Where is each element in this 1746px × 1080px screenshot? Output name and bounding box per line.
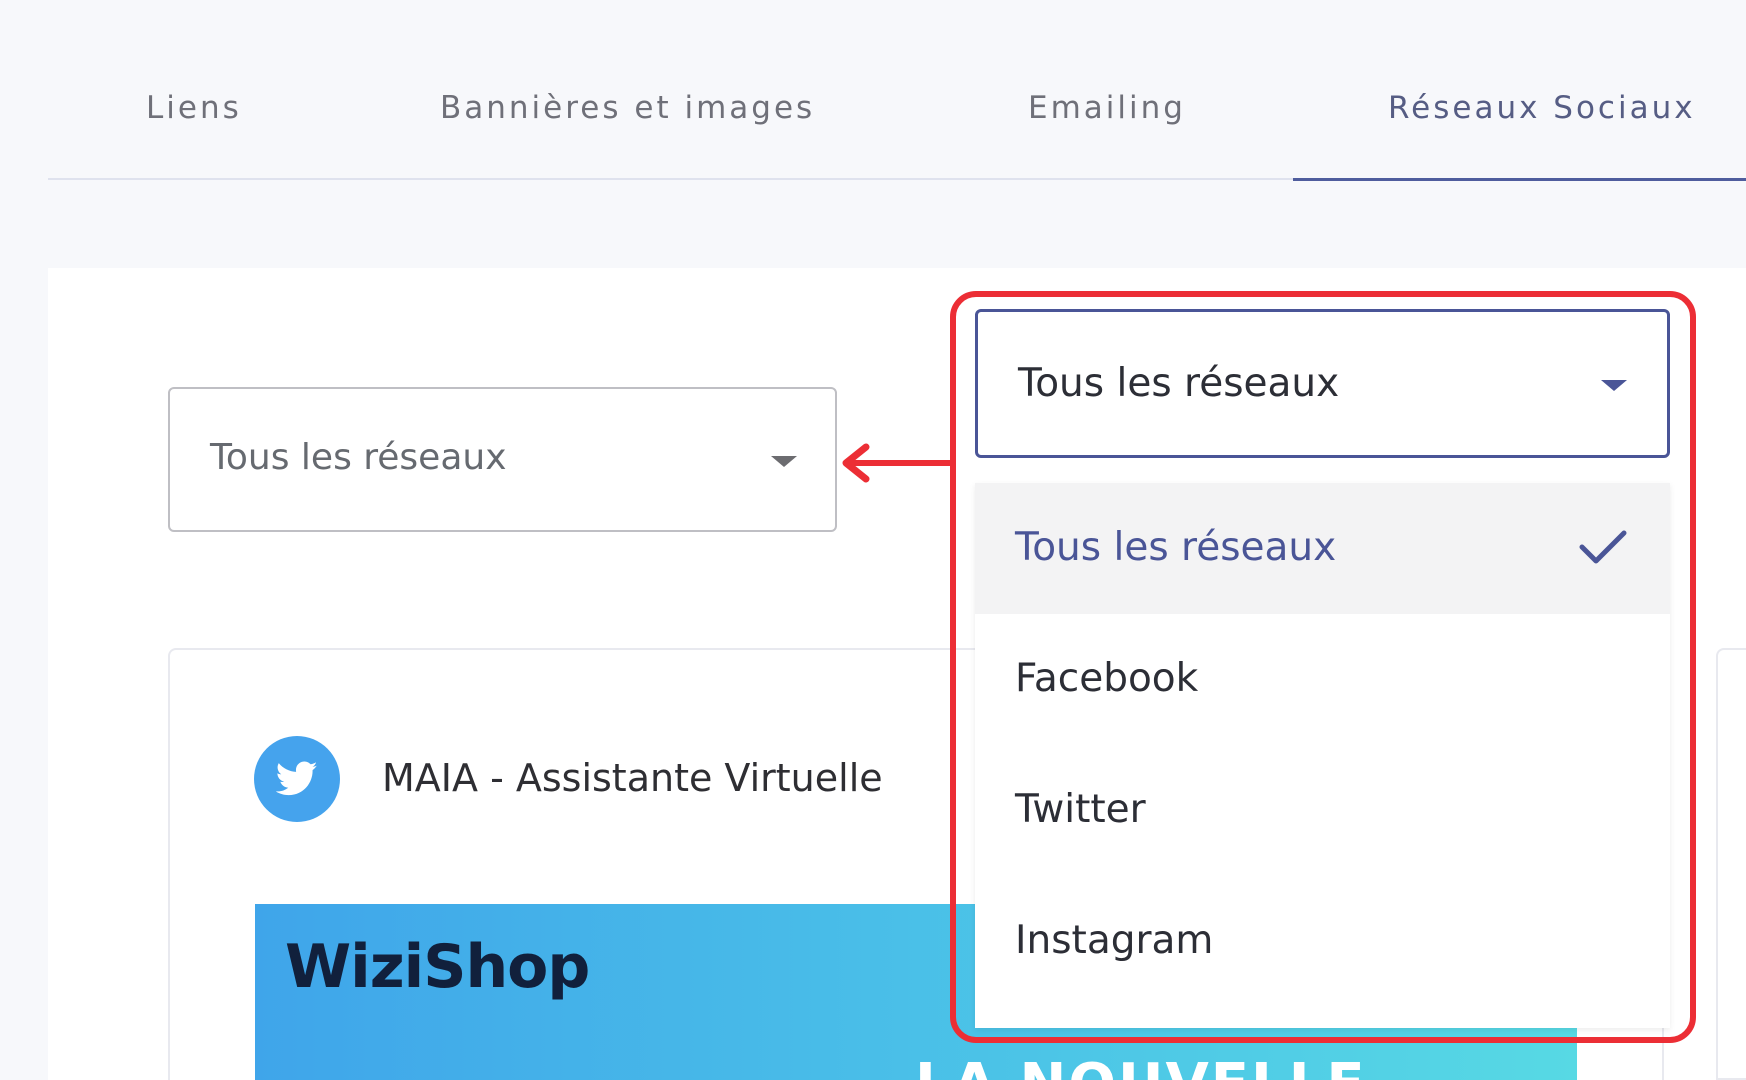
annotation-arrow-head-icon (842, 443, 870, 483)
caret-down-icon (1601, 380, 1627, 391)
banner-headline: LA NOUVELLE (915, 1052, 1367, 1080)
checkmark-icon (1579, 530, 1627, 564)
caret-down-icon (771, 456, 797, 467)
dropdown-option-label: Instagram (1015, 918, 1214, 963)
dropdown-option-label: Twitter (1015, 787, 1146, 832)
dropdown-option-tous-les-reseaux[interactable]: Tous les réseaux (975, 483, 1670, 614)
dropdown-option-facebook[interactable]: Facebook (975, 614, 1670, 745)
network-filter-select[interactable]: Tous les réseaux (168, 387, 837, 532)
active-tab-indicator (1293, 178, 1746, 181)
wizishop-logo: WiziShop (285, 932, 590, 1002)
network-filter-value: Tous les réseaux (210, 437, 507, 478)
tab-bar: Liens Bannières et images Emailing Résea… (48, 60, 1746, 181)
social-post-card-next (1716, 648, 1746, 1080)
network-dropdown-menu: Tous les réseaux Facebook Twitter Instag… (975, 483, 1670, 1028)
network-dropdown-open[interactable]: Tous les réseaux (975, 309, 1670, 458)
tab-bannieres-et-images[interactable]: Bannières et images (440, 90, 815, 126)
tab-emailing[interactable]: Emailing (1028, 90, 1186, 126)
dropdown-option-label: Facebook (1015, 656, 1199, 701)
account-name: MAIA - Assistante Virtuelle (382, 756, 883, 800)
dropdown-option-twitter[interactable]: Twitter (975, 745, 1670, 876)
tab-reseaux-sociaux[interactable]: Réseaux Sociaux (1388, 90, 1696, 126)
twitter-icon (254, 736, 340, 822)
dropdown-option-instagram[interactable]: Instagram (975, 876, 1670, 1007)
network-dropdown-value: Tous les réseaux (1018, 361, 1340, 406)
tab-liens[interactable]: Liens (146, 90, 242, 126)
twitter-bird-icon (276, 761, 318, 796)
dropdown-option-label: Tous les réseaux (1015, 525, 1337, 570)
